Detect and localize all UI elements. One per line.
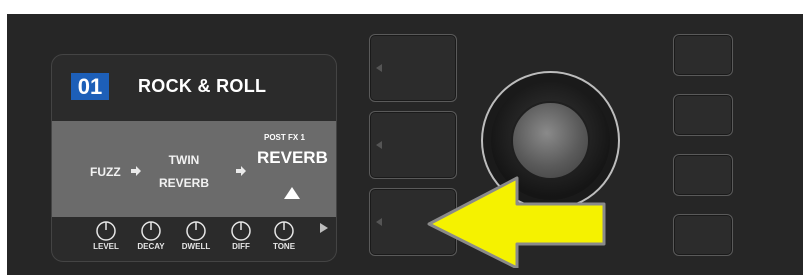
chain-item-twin-line1: TWIN bbox=[168, 153, 200, 167]
yellow-left-arrow-icon bbox=[427, 176, 606, 268]
knob-label-tone: TONE bbox=[272, 242, 296, 251]
knob-decay[interactable] bbox=[141, 221, 161, 241]
left-triangle-icon bbox=[376, 141, 382, 149]
right-arrow-icon bbox=[131, 166, 141, 176]
encoder-cap[interactable] bbox=[511, 101, 590, 180]
right-button-4[interactable] bbox=[673, 214, 733, 256]
amp-control-panel: 01 ROCK & ROLL FUZZ TWIN REVERB POST FX … bbox=[7, 14, 803, 275]
knob-dwell[interactable] bbox=[186, 221, 206, 241]
right-button-2[interactable] bbox=[673, 94, 733, 136]
post-fx-label: POST FX 1 bbox=[264, 133, 305, 142]
preset-number-badge: 01 bbox=[71, 73, 109, 100]
knob-diff[interactable] bbox=[231, 221, 251, 241]
preset-name: ROCK & ROLL bbox=[138, 76, 267, 96]
soft-button-1[interactable] bbox=[369, 34, 457, 102]
signal-chain: FUZZ TWIN REVERB POST FX 1 REVERB bbox=[52, 121, 336, 217]
left-triangle-icon bbox=[376, 218, 382, 226]
knob-label-decay: DECAY bbox=[137, 242, 165, 251]
lcd-screen: 01 ROCK & ROLL FUZZ TWIN REVERB POST FX … bbox=[51, 54, 337, 262]
play-right-icon[interactable] bbox=[320, 223, 328, 233]
knob-label-level: LEVEL bbox=[93, 242, 119, 251]
left-triangle-icon bbox=[376, 64, 382, 72]
right-button-3[interactable] bbox=[673, 154, 733, 196]
right-arrow-icon bbox=[236, 166, 246, 176]
knob-row: LEVEL DECAY DWELL DIFF TONE bbox=[52, 217, 336, 261]
up-triangle-icon bbox=[284, 187, 300, 199]
knob-level[interactable] bbox=[96, 221, 116, 241]
chain-item-fuzz[interactable]: FUZZ bbox=[90, 165, 121, 179]
knob-label-dwell: DWELL bbox=[181, 242, 211, 251]
soft-button-2[interactable] bbox=[369, 111, 457, 179]
knob-tone[interactable] bbox=[274, 221, 294, 241]
chain-item-reverb-selected[interactable]: REVERB bbox=[257, 148, 328, 168]
chain-item-twin-line2: REVERB bbox=[158, 176, 209, 190]
knob-label-diff: DIFF bbox=[232, 242, 250, 251]
right-button-1[interactable] bbox=[673, 34, 733, 76]
chain-item-twin-reverb[interactable]: TWIN REVERB bbox=[152, 153, 216, 190]
